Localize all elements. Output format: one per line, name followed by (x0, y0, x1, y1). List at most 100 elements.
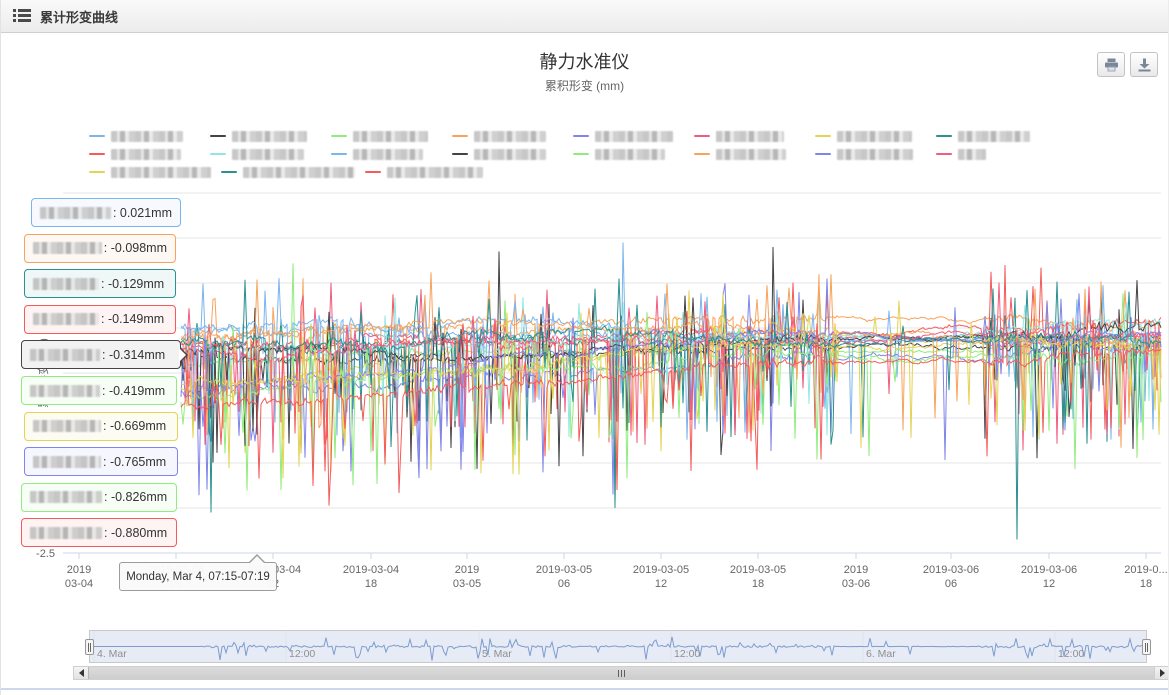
tooltip-series-name-redacted (30, 385, 100, 397)
tooltip-date-box: Monday, Mar 4, 07:15-07:19 (119, 562, 277, 591)
tooltip-value: : 0.021mm (113, 206, 172, 220)
legend-label-redacted (111, 167, 211, 178)
navigator[interactable]: 4. Mar 12:00 5. Mar 12:00 6. Mar 12:00 (89, 630, 1147, 663)
svg-text:2019-03-0512: 2019-03-0512 (633, 564, 689, 590)
legend-item[interactable] (89, 149, 210, 160)
legend-marker-icon (936, 153, 952, 155)
legend-item[interactable] (331, 131, 452, 142)
navigator-tick-label: 12:00 (289, 648, 315, 660)
scrollbar-right-arrow-icon[interactable] (1154, 667, 1169, 679)
tooltip-date-label: Monday, Mar 4, 07:15-07:19 (126, 571, 270, 583)
navigator-series (90, 631, 1146, 662)
legend-item[interactable] (221, 167, 355, 178)
printer-icon (1104, 58, 1119, 72)
legend-label-redacted (716, 149, 786, 160)
legend-item[interactable] (694, 149, 815, 160)
legend-item[interactable] (936, 131, 1057, 142)
print-button[interactable] (1097, 52, 1125, 77)
tooltip-value: : -0.129mm (101, 277, 164, 291)
legend-row (89, 124, 1057, 142)
legend-label-redacted (716, 131, 784, 142)
svg-text:2019-0...18: 2019-0...18 (1124, 564, 1167, 590)
scrollbar-thumb[interactable] (88, 667, 1155, 679)
legend-label-redacted (958, 149, 986, 160)
legend-label-redacted (111, 149, 181, 160)
legend-item[interactable] (694, 131, 815, 142)
download-button[interactable] (1130, 52, 1158, 77)
legend-marker-icon (452, 135, 468, 137)
legend-item[interactable] (89, 131, 210, 142)
legend-marker-icon (221, 171, 237, 173)
legend-item[interactable] (331, 149, 452, 160)
legend-label-redacted (243, 167, 355, 178)
tooltip-value: : -0.826mm (104, 490, 167, 504)
legend-item[interactable] (210, 149, 331, 160)
navigator-tick-label: 4. Mar (97, 648, 127, 660)
tooltip-series-name-redacted (33, 278, 99, 290)
legend-row (89, 160, 1057, 178)
tooltip-series-name-redacted (40, 207, 111, 219)
legend-marker-icon (936, 135, 952, 137)
legend-marker-icon (89, 171, 105, 173)
legend-item[interactable] (936, 149, 1057, 160)
legend-item[interactable] (573, 149, 694, 160)
navigator-tick-label: 12:00 (674, 648, 700, 660)
legend-label-redacted (232, 149, 304, 160)
legend-item[interactable] (89, 167, 211, 178)
scrollbar-grip-icon (618, 670, 625, 677)
svg-text:2019-03-0606: 2019-03-0606 (923, 564, 979, 590)
legend-marker-icon (210, 153, 226, 155)
legend-label-redacted (837, 131, 912, 142)
navigator-tick-label: 6. Mar (866, 648, 896, 660)
navigator-left-handle[interactable] (85, 639, 94, 655)
tooltip-box: : -0.880mm (21, 518, 177, 547)
legend-label-redacted (353, 149, 423, 160)
tooltip-value: : -0.149mm (101, 312, 164, 326)
legend-item[interactable] (815, 149, 936, 160)
legend-marker-icon (815, 135, 831, 137)
legend-marker-icon (694, 135, 710, 137)
tooltip-series-name-redacted (30, 527, 102, 539)
legend-item[interactable] (452, 131, 573, 142)
legend-marker-icon (573, 135, 589, 137)
legend-item[interactable] (815, 131, 936, 142)
tooltip-value: : -0.098mm (104, 241, 167, 255)
navigator-right-handle[interactable] (1142, 639, 1151, 655)
legend-marker-icon (452, 153, 468, 155)
legend-marker-icon (815, 153, 831, 155)
tooltip-series-name-redacted (33, 313, 99, 325)
legend-item[interactable] (365, 167, 483, 178)
legend (89, 124, 1057, 178)
legend-label-redacted (232, 131, 307, 142)
tooltip-value: : -0.765mm (103, 455, 166, 469)
legend-marker-icon (694, 153, 710, 155)
svg-text:201903-05: 201903-05 (453, 564, 481, 590)
svg-text:2019-03-0518: 2019-03-0518 (730, 564, 786, 590)
scrollbar[interactable] (73, 666, 1169, 680)
legend-label-redacted (958, 131, 1030, 142)
tooltip-box: : -0.149mm (24, 305, 176, 334)
tooltip-series-name-redacted (33, 456, 101, 468)
legend-label-redacted (474, 131, 546, 142)
svg-text:201903-06: 201903-06 (842, 564, 870, 590)
legend-marker-icon (365, 171, 381, 173)
legend-marker-icon (210, 135, 226, 137)
legend-item[interactable] (452, 149, 573, 160)
legend-item[interactable] (573, 131, 694, 142)
tooltip-series-name-redacted (30, 349, 100, 361)
tooltip-box: : -0.129mm (24, 269, 176, 298)
tooltip-box: : 0.021mm (31, 198, 181, 227)
download-icon (1137, 58, 1152, 72)
navigator-tick-label: 12:00 (1058, 648, 1084, 660)
tooltip-value: : -0.314mm (102, 348, 165, 362)
legend-item[interactable] (210, 131, 331, 142)
tooltip-box: : -0.419mm (21, 376, 177, 405)
tooltip-value: : -0.880mm (104, 526, 167, 540)
tooltip-series-name-redacted (33, 242, 102, 254)
legend-label-redacted (474, 149, 546, 160)
navigator-tick-label: 5. Mar (482, 648, 512, 660)
tooltip-series-name-redacted (30, 491, 102, 503)
legend-marker-icon (331, 153, 347, 155)
scrollbar-left-arrow-icon[interactable] (74, 667, 89, 679)
svg-text:201903-04: 201903-04 (65, 564, 93, 590)
